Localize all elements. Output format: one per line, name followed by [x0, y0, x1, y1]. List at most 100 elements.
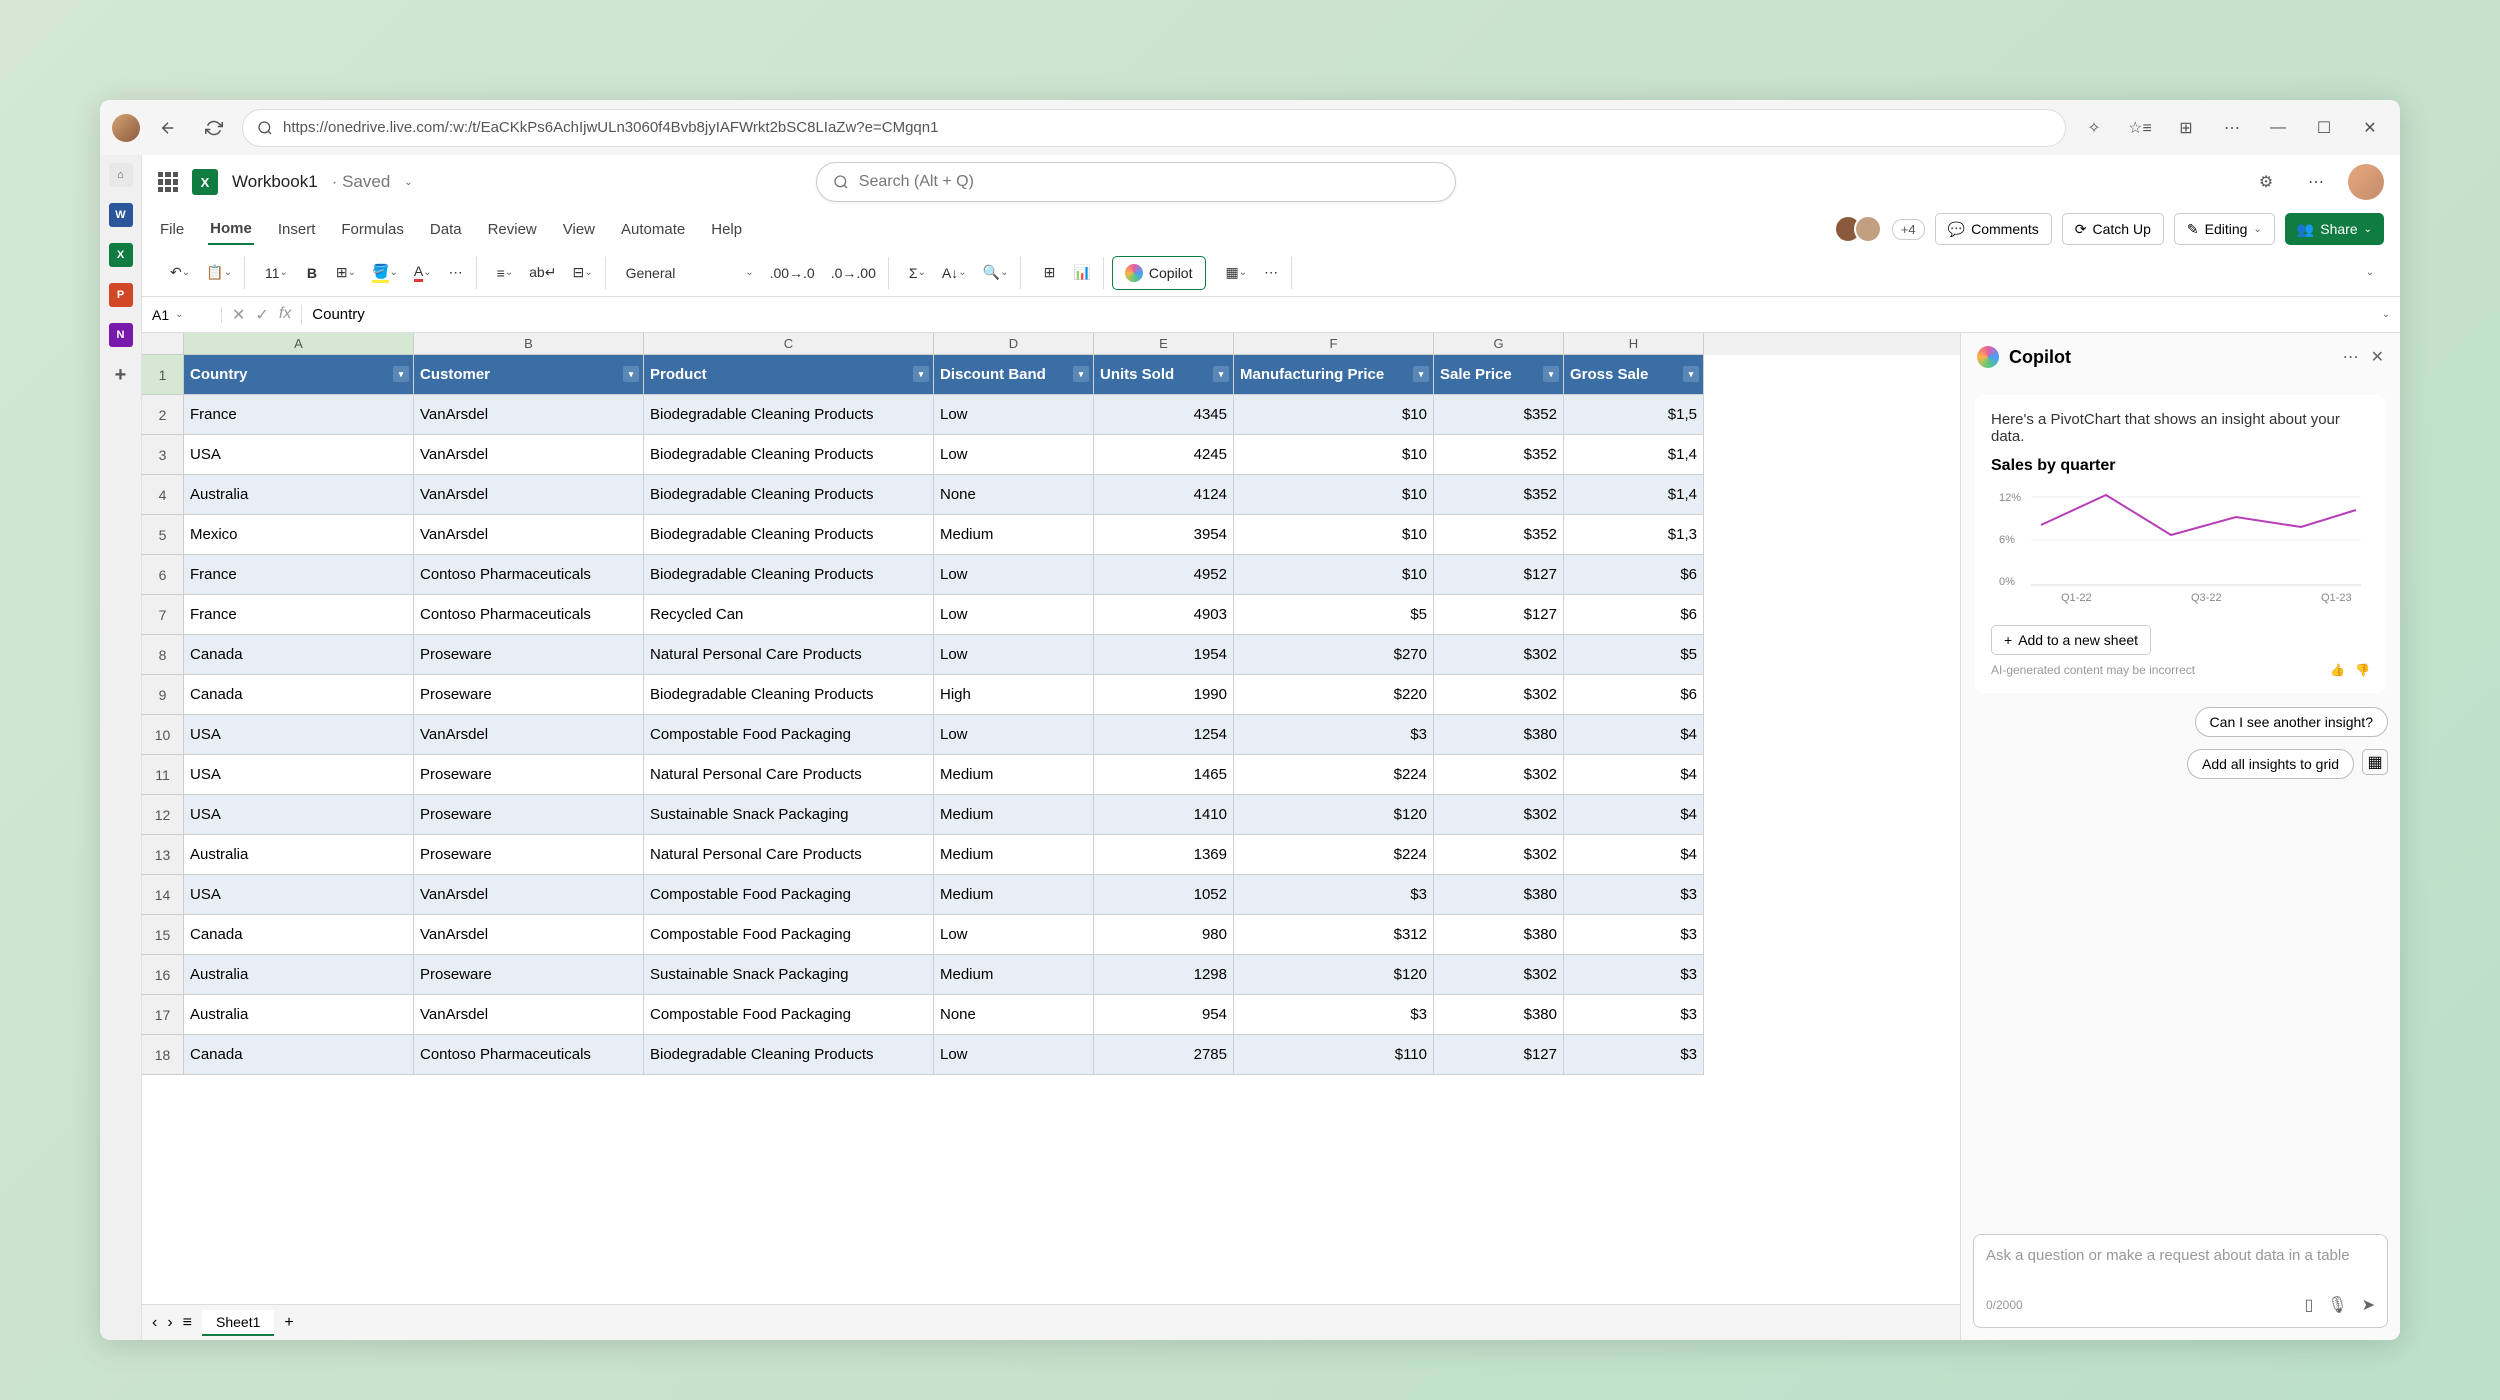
table-cell[interactable]: $380 [1434, 875, 1564, 915]
table-cell[interactable]: Medium [934, 515, 1094, 555]
table-cell[interactable]: Medium [934, 875, 1094, 915]
table-cell[interactable]: High [934, 675, 1094, 715]
table-cell[interactable]: France [184, 555, 414, 595]
table-cell[interactable]: Compostable Food Packaging [644, 915, 934, 955]
table-header-cell[interactable]: Gross Sale▾ [1564, 355, 1704, 395]
row-header[interactable]: 12 [142, 795, 184, 835]
row-header[interactable]: 3 [142, 435, 184, 475]
table-cell[interactable]: Natural Personal Care Products [644, 835, 934, 875]
row-header[interactable]: 10 [142, 715, 184, 755]
refresh-button[interactable] [196, 110, 232, 146]
table-cell[interactable]: $10 [1234, 395, 1434, 435]
name-box[interactable]: A1⌄ [142, 307, 222, 323]
table-cell[interactable]: Canada [184, 635, 414, 675]
copilot-input[interactable]: Ask a question or make a request about d… [1973, 1234, 2388, 1328]
table-cell[interactable]: $5 [1564, 635, 1704, 675]
table-cell[interactable]: VanArsdel [414, 995, 644, 1035]
table-cell[interactable]: Sustainable Snack Packaging [644, 795, 934, 835]
add-to-sheet-button[interactable]: + Add to a new sheet [1991, 625, 2151, 655]
table-cell[interactable]: VanArsdel [414, 475, 644, 515]
row-header[interactable]: 15 [142, 915, 184, 955]
favorite-icon[interactable]: ✧ [2076, 110, 2112, 146]
filter-icon[interactable]: ▾ [1543, 366, 1559, 382]
editing-button[interactable]: ✎ Editing ⌄ [2174, 213, 2275, 245]
table-header-cell[interactable]: Product▾ [644, 355, 934, 395]
table-cell[interactable]: $4 [1564, 835, 1704, 875]
merge-button[interactable]: ⊟⌄ [566, 257, 598, 289]
increase-decimal-button[interactable]: .00→.0 [764, 257, 821, 289]
add-app-icon[interactable]: + [109, 363, 133, 387]
table-header-cell[interactable]: Sale Price▾ [1434, 355, 1564, 395]
row-header[interactable]: 7 [142, 595, 184, 635]
all-sheets-icon[interactable]: ≡ [183, 1314, 192, 1332]
table-cell[interactable]: $4 [1564, 795, 1704, 835]
borders-button[interactable]: ⊞⌄ [330, 257, 362, 289]
column-header[interactable]: D [934, 333, 1094, 355]
table-cell[interactable]: $302 [1434, 795, 1564, 835]
table-cell[interactable]: 3954 [1094, 515, 1234, 555]
align-button[interactable]: ≡⌄ [491, 257, 520, 289]
table-cell[interactable]: France [184, 595, 414, 635]
table-cell[interactable]: Proseware [414, 675, 644, 715]
table-cell[interactable]: VanArsdel [414, 395, 644, 435]
table-cell[interactable]: $380 [1434, 915, 1564, 955]
table-cell[interactable]: $5 [1234, 595, 1434, 635]
table-cell[interactable]: $120 [1234, 795, 1434, 835]
column-header[interactable]: A [184, 333, 414, 355]
copilot-close-icon[interactable]: ✕ [2371, 347, 2384, 367]
cancel-formula-icon[interactable]: ✕ [232, 305, 245, 325]
table-cell[interactable]: 1369 [1094, 835, 1234, 875]
table-cell[interactable]: 4345 [1094, 395, 1234, 435]
table-cell[interactable]: $1,4 [1564, 435, 1704, 475]
table-cell[interactable]: $3 [1564, 955, 1704, 995]
table-cell[interactable]: Canada [184, 1035, 414, 1075]
favorites-list-icon[interactable]: ☆≡ [2122, 110, 2158, 146]
row-header[interactable]: 1 [142, 355, 184, 395]
row-header[interactable]: 9 [142, 675, 184, 715]
table-cell[interactable]: $1,4 [1564, 475, 1704, 515]
row-header[interactable]: 5 [142, 515, 184, 555]
title-chevron-icon[interactable]: ⌄ [404, 177, 412, 188]
table-cell[interactable]: $352 [1434, 515, 1564, 555]
table-header-cell[interactable]: Country▾ [184, 355, 414, 395]
table-header-cell[interactable]: Customer▾ [414, 355, 644, 395]
filter-icon[interactable]: ▾ [913, 366, 929, 382]
table-cell[interactable]: Contoso Pharmaceuticals [414, 595, 644, 635]
home-icon[interactable]: ⌂ [109, 163, 133, 187]
thumbs-up-icon[interactable]: 👍 [2330, 663, 2345, 677]
send-icon[interactable]: ➤ [2362, 1295, 2375, 1315]
table-cell[interactable]: 1954 [1094, 635, 1234, 675]
table-cell[interactable]: $302 [1434, 755, 1564, 795]
table-cell[interactable]: $6 [1564, 675, 1704, 715]
table-cell[interactable]: 4952 [1094, 555, 1234, 595]
column-header[interactable]: B [414, 333, 644, 355]
row-header[interactable]: 16 [142, 955, 184, 995]
share-button[interactable]: 👥 Share ⌄ [2285, 213, 2384, 245]
table-cell[interactable]: $224 [1234, 835, 1434, 875]
table-cell[interactable]: USA [184, 795, 414, 835]
table-cell[interactable]: $224 [1234, 755, 1434, 795]
tab-help[interactable]: Help [709, 215, 744, 244]
spreadsheet-grid[interactable]: ABCDEFGH1Country▾Customer▾Product▾Discou… [142, 333, 1960, 1304]
table-cell[interactable]: Low [934, 395, 1094, 435]
wrap-text-button[interactable]: ab↵ [523, 257, 562, 289]
user-avatar[interactable] [2348, 164, 2384, 200]
powerpoint-icon[interactable]: P [109, 283, 133, 307]
table-cell[interactable]: Canada [184, 675, 414, 715]
table-cell[interactable]: VanArsdel [414, 915, 644, 955]
collapse-ribbon-icon[interactable]: ⌄ [2356, 257, 2384, 289]
table-cell[interactable]: $380 [1434, 715, 1564, 755]
table-cell[interactable]: 980 [1094, 915, 1234, 955]
table-cell[interactable]: Biodegradable Cleaning Products [644, 435, 934, 475]
prev-sheet-icon[interactable]: ‹ [152, 1314, 157, 1332]
book-icon[interactable]: ▯ [2304, 1295, 2313, 1315]
tab-automate[interactable]: Automate [619, 215, 687, 244]
more-icon[interactable]: ⋯ [2214, 110, 2250, 146]
table-cell[interactable]: Sustainable Snack Packaging [644, 955, 934, 995]
table-cell[interactable]: $6 [1564, 555, 1704, 595]
table-cell[interactable]: $220 [1234, 675, 1434, 715]
maximize-button[interactable]: ☐ [2306, 110, 2342, 146]
table-cell[interactable]: $4 [1564, 755, 1704, 795]
copilot-ribbon-button[interactable]: Copilot [1112, 256, 1206, 290]
table-cell[interactable]: Australia [184, 955, 414, 995]
